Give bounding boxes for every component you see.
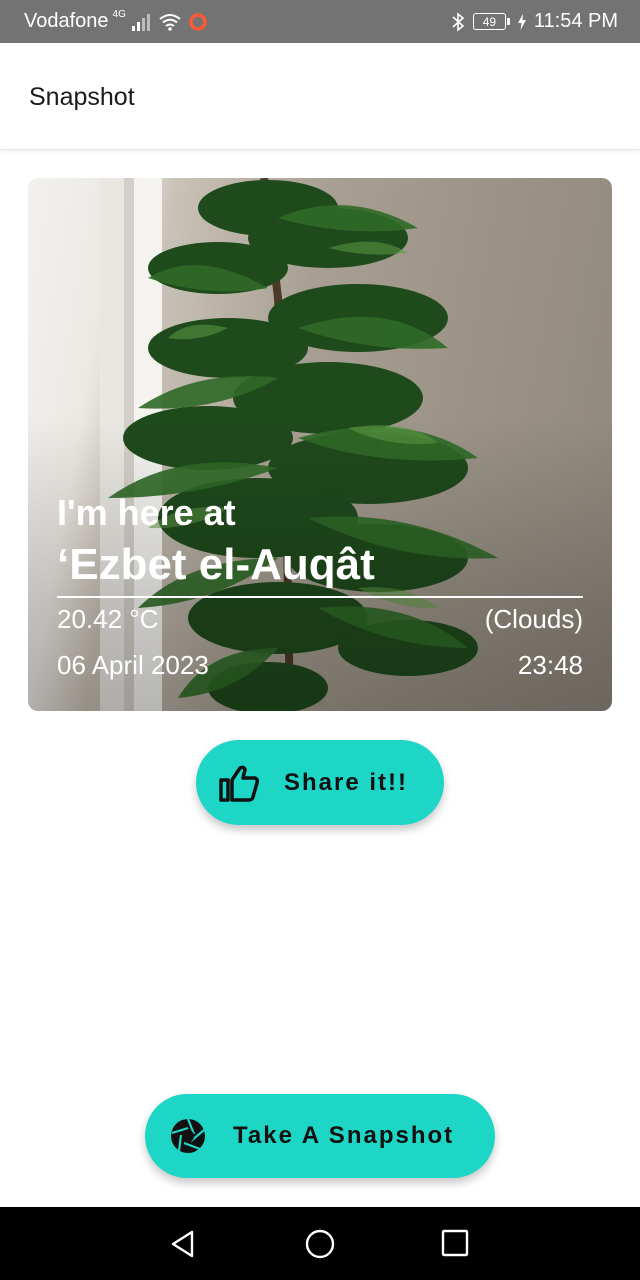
temperature-value: 20.42 °C — [57, 604, 159, 634]
location-name: ‘Ezbet el-Auqât — [57, 540, 375, 589]
take-snapshot-label: Take A Snapshot — [233, 1122, 455, 1149]
share-button-label: Share it!! — [284, 768, 409, 796]
wifi-icon — [159, 13, 181, 31]
signal-icon — [131, 13, 150, 31]
card-headline: I'm here at — [57, 492, 236, 533]
status-bar: Vodafone 4G 49 11:54 PM — [0, 0, 640, 43]
status-right: 49 11:54 PM — [451, 0, 618, 43]
camera-shutter-icon — [171, 1118, 205, 1153]
battery-level: 49 — [472, 13, 506, 30]
weather-row: 20.42 °C (Clouds) — [57, 604, 583, 635]
notification-ring-icon — [189, 12, 207, 31]
datetime-row: 06 April 2023 23:48 — [57, 650, 583, 681]
back-icon[interactable] — [168, 1229, 198, 1259]
snapshot-card: I'm here at ‘Ezbet el-Auqât 20.42 °C (Cl… — [28, 178, 612, 711]
share-button[interactable]: Share it!! — [196, 740, 444, 825]
battery-icon: 49 — [472, 13, 510, 30]
app-bar: Snapshot — [0, 43, 640, 150]
weather-condition: (Clouds) — [484, 604, 583, 634]
recents-icon[interactable] — [441, 1229, 469, 1257]
home-icon[interactable] — [305, 1229, 335, 1259]
system-nav-bar — [0, 1207, 640, 1280]
time-value: 23:48 — [517, 650, 583, 680]
thumbs-up-icon — [219, 765, 259, 802]
status-left: Vodafone 4G — [24, 0, 208, 43]
carrier-label: Vodafone — [24, 10, 109, 32]
battery-tip — [506, 18, 510, 25]
card-divider — [57, 596, 583, 598]
bluetooth-icon — [452, 11, 465, 32]
charging-icon — [517, 13, 526, 30]
clock-label: 11:54 PM — [533, 10, 618, 32]
network-type-label: 4G — [112, 9, 126, 20]
take-snapshot-button[interactable]: Take A Snapshot — [145, 1094, 495, 1178]
date-value: 06 April 2023 — [57, 650, 209, 680]
page-title: Snapshot — [29, 83, 135, 111]
